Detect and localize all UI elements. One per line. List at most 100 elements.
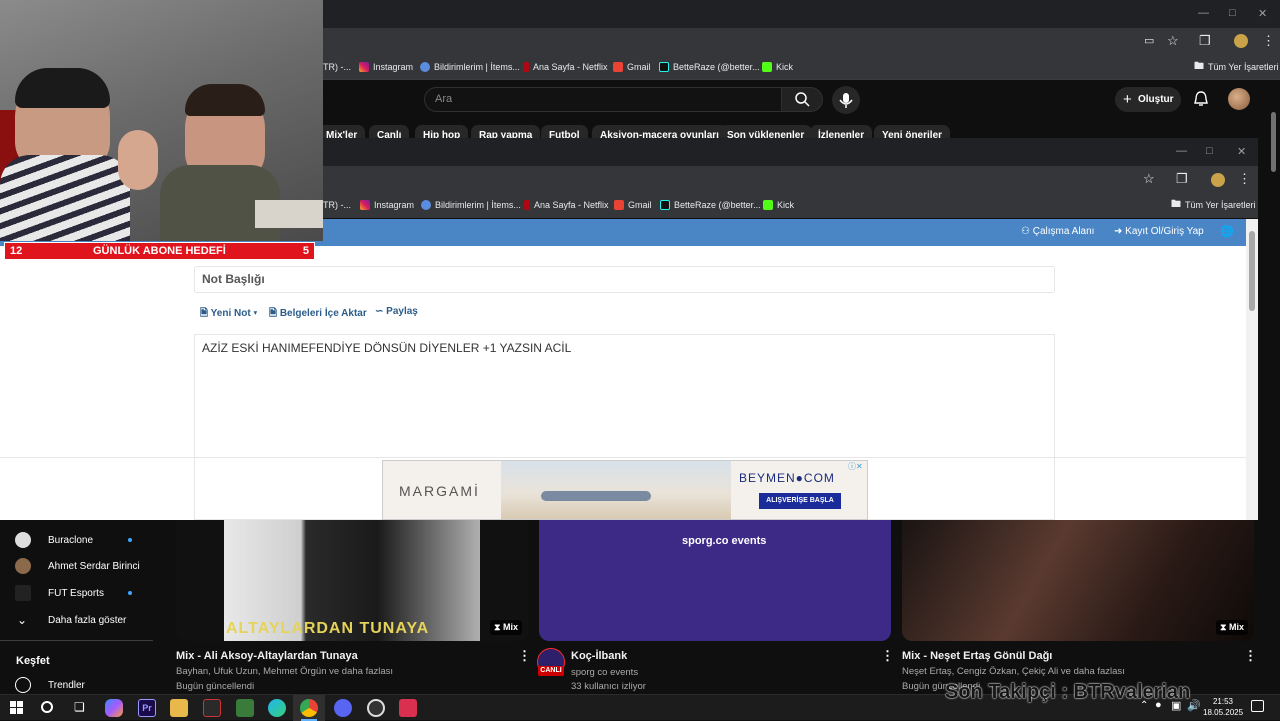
user-avatar[interactable] xyxy=(1228,88,1250,110)
microphone-icon xyxy=(839,93,853,108)
video-thumbnail-3[interactable]: ⧗ Mix xyxy=(902,520,1254,641)
bookmark-partial[interactable]: TR) -... xyxy=(323,56,351,78)
bookmark-kick[interactable]: Kick xyxy=(763,194,794,216)
bookmark-tiktok[interactable]: BetteRaze (@better... xyxy=(659,56,760,78)
all-bookmarks[interactable]: 🖿 Tüm Yer İşaretleri xyxy=(1194,56,1279,78)
ad-cta-button[interactable]: ALIŞVERİŞE BAŞLA xyxy=(759,493,841,509)
copilot-icon[interactable] xyxy=(105,699,123,717)
windows-start-icon[interactable] xyxy=(10,701,23,714)
tiktok-icon xyxy=(660,200,670,210)
bookmark-gmail[interactable]: Gmail xyxy=(614,194,652,216)
chrome-active-tab[interactable] xyxy=(293,695,325,721)
extensions-icon[interactable]: ❐ xyxy=(1199,33,1211,49)
goal-current: 12 xyxy=(10,245,23,257)
app-icon-pink[interactable] xyxy=(399,699,417,717)
microphone-tray-icon[interactable]: ● xyxy=(1155,699,1162,711)
folder-icon: 🖿 xyxy=(1171,198,1181,210)
maximize-icon[interactable]: □ xyxy=(1206,145,1213,157)
video-thumbnail-1[interactable]: ALTAYLARDAN TUNAYA ⧗ Mix xyxy=(176,520,528,641)
video-title-3[interactable]: Mix - Neşet Ertaş Gönül Dağı xyxy=(902,650,1052,662)
minimize-icon[interactable]: — xyxy=(1198,7,1209,19)
edge-icon[interactable] xyxy=(268,699,286,717)
discord-icon[interactable] xyxy=(334,699,352,717)
netflix-icon xyxy=(524,200,530,210)
minimize-icon[interactable]: — xyxy=(1176,145,1187,157)
notifications-bell-icon[interactable] xyxy=(1192,90,1210,108)
profile-avatar[interactable] xyxy=(1211,173,1225,187)
bookmark-star-icon[interactable]: ☆ xyxy=(1167,33,1179,49)
app-icon-green[interactable] xyxy=(236,699,254,717)
import-documents-button[interactable]: 🗎 Belgeleri İçe Aktar xyxy=(269,306,367,323)
cortana-search-icon[interactable] xyxy=(41,701,53,713)
globe-icon[interactable]: 🌐 xyxy=(1220,225,1234,238)
video-thumbnail-2[interactable]: sporg.co events xyxy=(539,520,891,641)
bookmark-partial[interactable]: TR) -... xyxy=(323,194,351,216)
clock-date[interactable]: 18.05.2025 xyxy=(1203,708,1243,717)
bookmark-star-icon[interactable]: ☆ xyxy=(1143,171,1155,187)
close-icon[interactable]: ✕ xyxy=(1258,7,1267,20)
bookmark-netflix[interactable]: Ana Sayfa - Netflix xyxy=(523,56,608,78)
create-button[interactable]: + Oluştur xyxy=(1115,87,1181,112)
network-icon[interactable]: ▣ xyxy=(1171,699,1181,712)
volume-icon[interactable]: 🔊 xyxy=(1187,699,1201,712)
clock-time[interactable]: 21:53 xyxy=(1208,697,1238,706)
bookmark-tiktok[interactable]: BetteRaze (@better... xyxy=(660,194,761,216)
bookmark-gmail[interactable]: Gmail xyxy=(613,56,651,78)
sidebar-channel-ahmet-serdar[interactable]: Ahmet Serdar Birinci xyxy=(0,553,165,579)
sidebar-channel-buraclone[interactable]: Buraclone xyxy=(0,527,165,553)
ad-close-icon[interactable]: ⓘ✕ xyxy=(848,461,863,472)
video-title-2[interactable]: Koç-İlbank xyxy=(571,650,627,662)
youtube-scrollbar[interactable] xyxy=(1271,112,1276,172)
kick-icon xyxy=(762,62,772,72)
explore-heading: Keşfet xyxy=(16,655,50,667)
new-note-button[interactable]: 🗎 Yeni Not ▾ xyxy=(200,306,257,323)
front-scrollbar[interactable] xyxy=(1246,219,1258,520)
login-link[interactable]: ➜ Kayıt Ol/Giriş Yap xyxy=(1114,226,1204,237)
install-app-icon[interactable]: ▭ xyxy=(1144,34,1154,47)
chevron-down-icon: ⌄ xyxy=(17,613,28,627)
video-title-1[interactable]: Mix - Ali Aksoy-Altaylardan Tunaya xyxy=(176,650,358,662)
close-icon[interactable]: ✕ xyxy=(1237,145,1246,158)
search-button[interactable] xyxy=(781,87,823,112)
menu-kebab-icon[interactable]: ⋮ xyxy=(1238,171,1251,187)
search-input[interactable]: Ara xyxy=(424,87,782,112)
bookmark-kick[interactable]: Kick xyxy=(762,56,793,78)
advertisement-banner[interactable]: MARGAMİ BEYMEN●COM ALIŞVERİŞE BAŞLA ⓘ✕ xyxy=(382,460,868,520)
kick-icon xyxy=(763,200,773,210)
app-icon-red[interactable] xyxy=(203,699,221,717)
menu-kebab-icon[interactable]: ⋮ xyxy=(1262,33,1275,49)
note-title-field[interactable]: Not Başlığı xyxy=(194,266,1055,293)
tray-chevron-up-icon[interactable]: ⌃ xyxy=(1140,700,1148,711)
share-button[interactable]: ∽ Paylaş xyxy=(375,306,418,317)
extensions-icon[interactable]: ❐ xyxy=(1176,171,1188,187)
profile-avatar[interactable] xyxy=(1234,34,1248,48)
task-view-icon[interactable]: ❏ xyxy=(74,700,85,714)
bookmark-netflix[interactable]: Ana Sayfa - Netflix xyxy=(524,194,609,216)
channel-avatar xyxy=(15,585,31,601)
notification-center-icon[interactable] xyxy=(1251,700,1264,712)
all-bookmarks[interactable]: 🖿 Tüm Yer İşaretleri xyxy=(1171,194,1256,216)
thumbnail-caption: sporg.co events xyxy=(682,535,767,547)
webcam-overlay xyxy=(0,0,323,241)
bookmark-instagram[interactable]: Instagram xyxy=(360,194,414,216)
scrollbar-thumb[interactable] xyxy=(1249,231,1255,311)
voice-search-button[interactable] xyxy=(832,86,860,114)
obs-icon[interactable] xyxy=(367,699,385,717)
channel-avatar xyxy=(15,532,31,548)
sidebar-show-more[interactable]: ⌄ Daha fazla göster xyxy=(0,607,165,633)
bookmark-bildirimlerim[interactable]: Bildirimlerim | İtems... xyxy=(421,194,521,216)
folder-icon: 🖿 xyxy=(1194,60,1204,72)
file-explorer-icon[interactable] xyxy=(170,699,188,717)
bookmark-instagram[interactable]: Instagram xyxy=(359,56,413,78)
bookmark-bildirimlerim[interactable]: Bildirimlerim | İtems... xyxy=(420,56,520,78)
plus-icon: + xyxy=(1123,91,1132,108)
video-menu-icon[interactable]: ⋮ xyxy=(881,648,894,664)
maximize-icon[interactable]: □ xyxy=(1229,7,1236,19)
video-menu-icon[interactable]: ⋮ xyxy=(1244,648,1257,664)
workspace-link[interactable]: ⚇ Çalışma Alanı xyxy=(1021,226,1094,237)
premiere-pro-icon[interactable]: Pr xyxy=(138,699,156,717)
mix-icon: ⧗ xyxy=(1220,622,1227,632)
sidebar-channel-fut-esports[interactable]: FUT Esports xyxy=(0,580,165,606)
video-menu-icon[interactable]: ⋮ xyxy=(518,648,531,664)
live-badge: CANLI xyxy=(538,666,564,676)
